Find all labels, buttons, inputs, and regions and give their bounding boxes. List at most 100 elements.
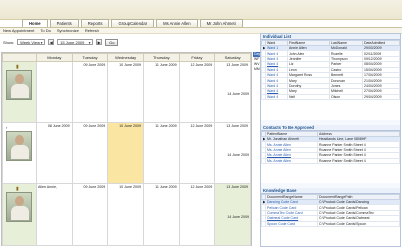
calendar-header-row: Monday Tuesday Wednesday Thursday Friday…	[2, 53, 251, 62]
chevron-down-icon: ▼	[40, 41, 44, 45]
tab-group-calendar[interactable]: GroupCalendar	[111, 19, 155, 27]
prev-arrow-icon[interactable]: ◀	[48, 39, 55, 45]
day-cell[interactable]: 12 June 2009	[178, 61, 216, 123]
next-arrow-icon[interactable]: ▶	[96, 39, 103, 45]
table-cell[interactable]: Ms. Annie Allen	[265, 157, 318, 164]
patient-photo-cell[interactable]: ▮	[2, 183, 37, 246]
contacts-panel: Contacts To Be Approved PatientName Addr…	[261, 125, 400, 183]
chevron-down-icon: ▼	[88, 41, 92, 45]
right-sidebar: Individual List Ward FirstName LastName …	[260, 33, 401, 247]
date-label: 10 June 2009	[119, 63, 141, 67]
row-pointer-icon: ▶	[261, 135, 266, 143]
calendar-row: ▮ 09 June 2009 10 June 2009 11 June 2009…	[2, 61, 251, 123]
day-cell[interactable]: 08 June 2009	[36, 122, 73, 184]
day-cell[interactable]: 13 June 2009 14 June 2009	[214, 183, 251, 246]
patient-photo-cell[interactable]: ▪	[2, 122, 37, 184]
go-button[interactable]: Go	[105, 38, 119, 46]
day-header: Tuesday	[71, 53, 109, 62]
knowledge-base-panel: Knowledge Base DocumentRangeName Documen…	[261, 188, 400, 246]
individual-list-table: Ward FirstName LastName DateAdmitted ▶ W…	[261, 40, 400, 100]
date-label: 13 June 2009	[226, 124, 248, 128]
table-row[interactable]: Ms. Annie Allen Roanne Parker Smith Stree…	[261, 157, 400, 164]
refresh-link[interactable]: Refresh	[85, 28, 99, 33]
patient-photo	[6, 192, 32, 222]
main-tabs: Home Patients Reports GroupCalendar Ms A…	[22, 19, 243, 27]
individual-list-panel: Individual List Ward FirstName LastName …	[261, 34, 400, 120]
contacts-table: PatientName Address ▶ Mr. Jonathan Ahmeti…	[261, 131, 400, 164]
table-cell[interactable]: Spoon Code Card	[265, 220, 318, 227]
tab-patients[interactable]: Patients	[49, 19, 79, 27]
row-pointer-icon: ▶	[261, 198, 266, 206]
table-row[interactable]: Spoon Code Card C:\Product Code Cards\Spo…	[261, 220, 400, 227]
day-cell[interactable]: 09 June 2009	[71, 61, 109, 123]
view-select[interactable]: Week View ▼	[17, 39, 46, 45]
day-cell[interactable]: 10 June 2009	[107, 183, 144, 246]
new-appointment-link[interactable]: New Appointment	[3, 28, 34, 33]
table-row[interactable]: Ward 4 Neil Olson 29/04/2009	[261, 93, 400, 100]
date-label: 11 June 2009	[155, 185, 177, 189]
date-label: 09 June 2009	[83, 124, 106, 128]
date-label: 12 June 2009	[190, 63, 213, 67]
synchronize-link[interactable]: Synchronize	[57, 28, 79, 33]
table-cell: 29/04/2009	[362, 93, 400, 100]
day-header: Saturday	[214, 53, 251, 62]
appointment-entry[interactable]: Allen Annie,	[38, 185, 57, 189]
tab-home[interactable]: Home	[22, 19, 48, 27]
date-label: 10 June 2009	[119, 185, 141, 189]
day-cell[interactable]: 13 June 2009 14 June 2009	[214, 61, 251, 123]
day-cell[interactable]: 12 June 2009	[178, 183, 216, 246]
day-cell[interactable]: 10 June 2009	[107, 61, 144, 123]
day-header: Wednesday	[107, 53, 144, 62]
day-header: Friday	[178, 53, 216, 62]
tab-reports[interactable]: Reports	[80, 19, 110, 27]
date-label: 09 June 2009	[83, 185, 106, 189]
date-label: 11 June 2009	[155, 63, 177, 67]
week-calendar: Monday Tuesday Wednesday Thursday Friday…	[1, 52, 252, 246]
appointment-entry[interactable]: 14 June 2009	[227, 153, 249, 157]
calendar-row: ▪ 08 June 2009 09 June 2009 10 June 2009…	[2, 122, 251, 184]
day-header: Monday	[36, 53, 73, 62]
calendar-corner	[2, 53, 37, 62]
day-cell[interactable]: 09 June 2009	[71, 122, 109, 184]
knowledge-base-table: DocumentRangeName DocumentRangePath ▶ Dan…	[261, 194, 400, 227]
date-select-value: 15 June 2009	[60, 40, 85, 45]
day-cell[interactable]: 13 June 2009 14 June 2009	[214, 122, 251, 184]
day-cell[interactable]: 09 June 2009	[71, 183, 109, 246]
day-cell-highlighted[interactable]: 10 June 2009	[107, 122, 144, 184]
patient-photo-cell[interactable]: ▮	[2, 61, 37, 123]
show-label: Show:	[3, 39, 15, 45]
patient-photo	[6, 70, 32, 100]
day-cell[interactable]: 11 June 2009	[142, 183, 180, 246]
date-label: 12 June 2009	[190, 185, 213, 189]
date-label: 09 June 2009	[83, 63, 106, 67]
appointment-entry[interactable]: 14 June 2009	[227, 92, 249, 96]
app-window: Home Patients Reports GroupCalendar Ms A…	[0, 0, 402, 250]
day-cell[interactable]: 12 June 2009	[178, 122, 216, 184]
day-cell[interactable]	[36, 61, 73, 123]
tab-john-ahmeti[interactable]: Mr John Ahmeti	[199, 19, 243, 27]
day-cell[interactable]: 11 June 2009	[142, 61, 180, 123]
todo-link[interactable]: To Do	[40, 28, 50, 33]
day-cell[interactable]: Allen Annie,	[36, 183, 73, 246]
table-cell: Neil	[287, 93, 330, 100]
table-cell: Roanne Parker Smith Street 4	[317, 157, 400, 164]
view-select-value: Week View	[20, 40, 40, 45]
calendar-row: ▮ Allen Annie, 09 June 2009 10 June 2009…	[2, 183, 251, 246]
note-icon: ▪	[6, 125, 8, 130]
table-cell: C:\Product Code Cards\Spoon	[317, 220, 400, 227]
table-cell: Olson	[329, 93, 363, 100]
calendar-controls: Show: Week View ▼ ◀ 15 June 2009 ▼ ▶ Go	[3, 38, 119, 46]
date-label: 08 June 2009	[47, 124, 70, 128]
date-label: 10 June 2009	[119, 124, 141, 128]
date-select[interactable]: 15 June 2009 ▼	[57, 39, 94, 45]
date-label: 13 June 2009	[226, 185, 248, 189]
table-cell[interactable]: Ward 4	[265, 93, 288, 100]
tab-annie-allen[interactable]: Ms Annie Allen	[156, 19, 198, 27]
date-label: 13 June 2009	[226, 63, 248, 67]
calendar-grid: Monday Tuesday Wednesday Thursday Friday…	[2, 53, 251, 246]
day-cell[interactable]: 11 June 2009	[142, 122, 180, 184]
appointment-entry[interactable]: 14 June 2009	[227, 215, 249, 219]
date-label: 12 June 2009	[190, 124, 213, 128]
day-header: Thursday	[142, 53, 180, 62]
header-bar	[0, 0, 402, 20]
